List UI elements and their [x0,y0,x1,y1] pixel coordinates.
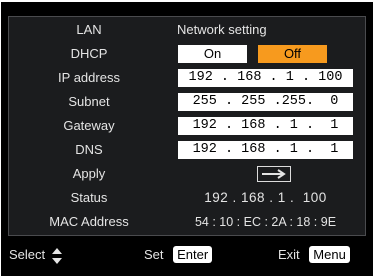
enter-key[interactable]: Enter [173,246,213,264]
ip-address-field[interactable]: 192 . 168 . 1 . 100 [178,69,353,87]
up-down-arrows-icon [51,247,62,264]
mac-address-value: 54 : 10 : EC : 2A : 18 : 9E [194,215,337,229]
status-value: 192 . 168 . 1 . 100 [204,190,327,205]
mac-address-label: MAC Address [49,214,129,229]
status-label: Status [70,190,108,205]
footer-exit: Exit Menu [278,242,350,268]
subnet-label: Subnet [68,94,110,109]
subnet-row: Subnet 255 . 255 .255. 0 [9,91,365,113]
apply-button[interactable] [257,166,291,182]
select-label: Select [9,247,46,262]
page-title: Network setting [177,22,267,37]
set-label: Set [144,247,164,262]
footer-set: Set Enter [144,242,213,268]
dns-row: DNS 192 . 168 . 1 . 1 [9,139,365,161]
network-settings-panel: LAN Network setting DHCP On Off IP addre… [8,16,366,236]
apply-label: Apply [72,166,106,181]
gateway-label: Gateway [63,118,115,133]
status-row: Status 192 . 168 . 1 . 100 [9,187,365,209]
menu-key[interactable]: Menu [309,246,350,264]
dns-field[interactable]: 192 . 168 . 1 . 1 [178,141,353,159]
enter-arrow-icon [262,169,286,179]
dhcp-on-option[interactable]: On [178,45,247,63]
ip-address-row: IP address 192 . 168 . 1 . 100 [9,67,365,89]
dns-label: DNS [75,142,103,157]
apply-row: Apply [9,163,365,185]
ip-address-label: IP address [58,70,120,85]
exit-label: Exit [278,247,300,262]
subnet-field[interactable]: 255 . 255 .255. 0 [178,93,353,111]
footer-select: Select [9,242,62,268]
dhcp-row: DHCP On Off [9,43,365,65]
section-label: LAN [76,22,102,37]
osd-menu: LAN Network setting DHCP On Off IP addre… [1,2,373,276]
header-row: LAN Network setting [9,19,365,41]
footer-key-guide: Select Set Enter Exit Menu [1,242,373,268]
mac-address-row: MAC Address 54 : 10 : EC : 2A : 18 : 9E [9,211,365,233]
gateway-field[interactable]: 192 . 168 . 1 . 1 [178,117,353,135]
gateway-row: Gateway 192 . 168 . 1 . 1 [9,115,365,137]
dhcp-off-option[interactable]: Off [258,45,327,63]
dhcp-label: DHCP [70,46,108,61]
